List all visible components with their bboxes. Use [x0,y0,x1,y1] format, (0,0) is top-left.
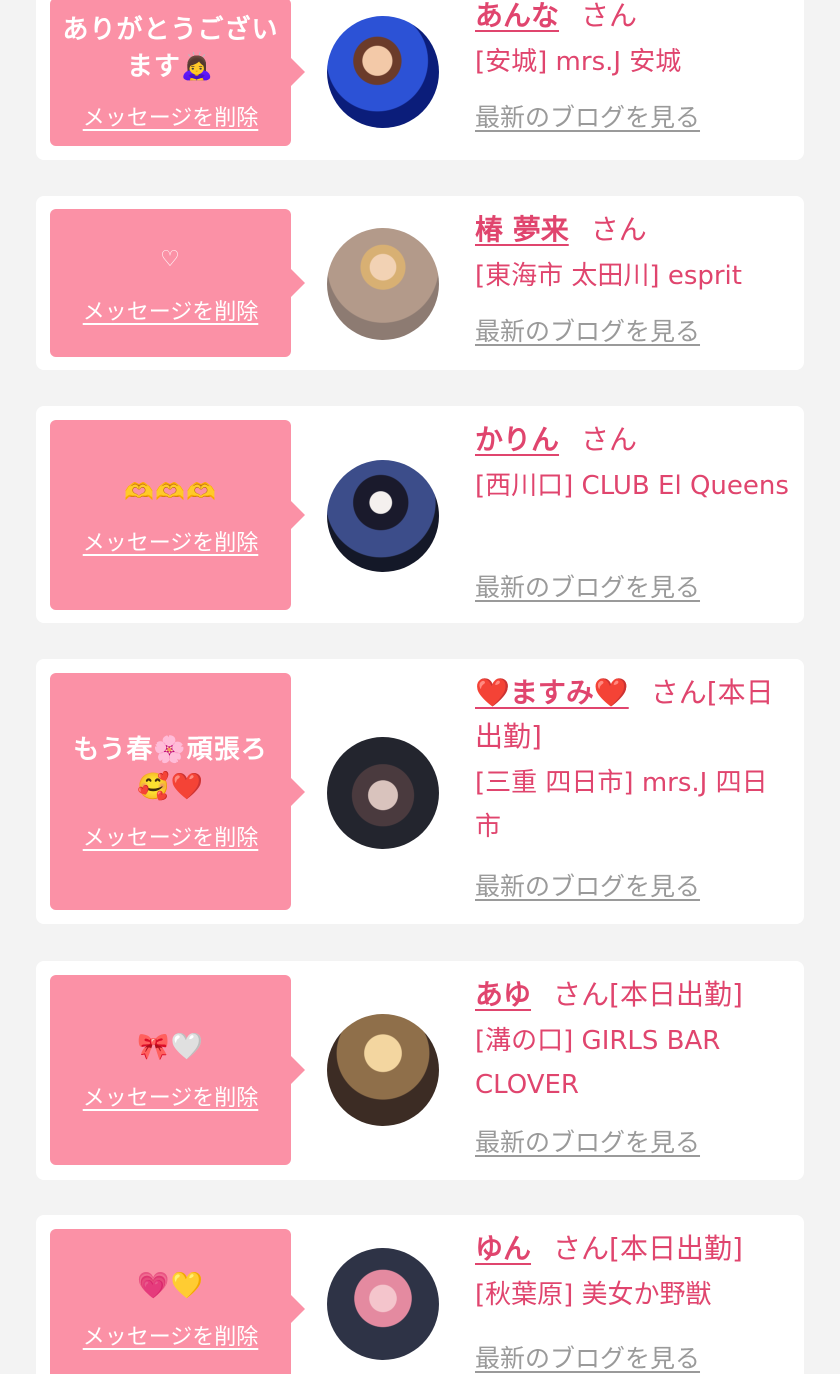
honorific: さん [581,423,638,456]
shop-name: [秋葉原] 美女か野獣 [475,1280,712,1310]
latest-blog-link[interactable]: 最新のブログを見る [475,568,700,604]
profile-info: あゆ さん[本日出勤] [溝の口] GIRLS BAR CLOVER 最新のブログ… [475,973,795,1157]
message-card: 🫶🫶🫶 メッセージを削除 かりん さん [西川口] CLUB El Queens … [36,406,804,623]
shop-name: [西川口] CLUB El Queens [475,471,789,501]
profile-name-link[interactable]: かりん [475,423,559,456]
name-line: 椿 夢来 さん [475,208,795,252]
message-bubble: 🎀🤍 メッセージを削除 [50,975,305,1165]
honorific: さん[本日出勤] [553,1232,743,1265]
honorific: さん[本日出勤] [553,978,743,1011]
honorific: さん [590,213,647,246]
profile-name-link[interactable]: あゆ [475,978,531,1011]
name-line: かりん さん [475,418,795,462]
latest-blog-link[interactable]: 最新のブログを見る [475,867,700,903]
avatar[interactable] [327,460,439,572]
message-card: もう春🌸頑張ろ🥰❤️ メッセージを削除 ❤️ますみ❤️ さん[本日出勤] [三重 … [36,659,804,924]
message-text: 🫶🫶🫶 [124,477,217,506]
profile-name-link[interactable]: ゆん [475,1232,531,1265]
shop-name: [東海市 太田川] esprit [475,261,742,291]
latest-blog-link[interactable]: 最新のブログを見る [475,1339,700,1374]
message-bubble: ♡ メッセージを削除 [50,209,305,357]
avatar[interactable] [327,1248,439,1360]
profile-name-link[interactable]: ❤️ますみ❤️ [475,676,629,709]
delete-message-link[interactable]: メッセージを削除 [83,525,259,557]
profile-name-link[interactable]: あんな [475,0,559,32]
message-card: 💗💛 メッセージを削除 ゆん さん[本日出勤] [秋葉原] 美女か野獣 最新のブロ… [36,1215,804,1374]
message-text: 🎀🤍 [137,1031,204,1062]
message-text: ありがとうございます🙇‍♀️ [62,15,279,82]
shop-name: [三重 四日市] mrs.J 四日市 [475,768,768,842]
avatar[interactable] [327,1014,439,1126]
profile-info: 椿 夢来 さん [東海市 太田川] esprit 最新のブログを見る [475,208,795,346]
message-bubble: ありがとうございます🙇‍♀️ メッセージを削除 [50,0,305,146]
delete-message-link[interactable]: メッセージを削除 [83,1080,259,1112]
name-line: ゆん さん[本日出勤] [475,1227,795,1271]
latest-blog-link[interactable]: 最新のブログを見る [475,1123,700,1159]
delete-message-link[interactable]: メッセージを削除 [83,820,259,852]
message-bubble: 💗💛 メッセージを削除 [50,1229,305,1374]
avatar[interactable] [327,16,439,128]
honorific: さん [581,0,638,32]
name-line: あゆ さん[本日出勤] [475,973,795,1017]
latest-blog-link[interactable]: 最新のブログを見る [475,98,700,134]
shop-name: [安城] mrs.J 安城 [475,47,682,77]
message-text: 💗💛 [137,1270,204,1301]
profile-info: あんな さん [安城] mrs.J 安城 最新のブログを見る [475,0,795,132]
profile-info: かりん さん [西川口] CLUB El Queens 最新のブログを見る [475,418,795,602]
name-line: あんな さん [475,0,795,38]
avatar[interactable] [327,737,439,849]
avatar[interactable] [327,228,439,340]
message-card: 🎀🤍 メッセージを削除 あゆ さん[本日出勤] [溝の口] GIRLS BAR C… [36,961,804,1180]
delete-message-link[interactable]: メッセージを削除 [83,294,259,326]
message-bubble: もう春🌸頑張ろ🥰❤️ メッセージを削除 [50,673,305,910]
shop-name: [溝の口] GIRLS BAR CLOVER [475,1026,721,1100]
message-text: もう春🌸頑張ろ🥰❤️ [73,734,268,802]
message-card: ありがとうございます🙇‍♀️ メッセージを削除 あんな さん [安城] mrs.J… [36,0,804,160]
message-card: ♡ メッセージを削除 椿 夢来 さん [東海市 太田川] esprit 最新のブロ… [36,196,804,370]
profile-info: ❤️ますみ❤️ さん[本日出勤] [三重 四日市] mrs.J 四日市 最新のブロ… [475,671,793,901]
delete-message-link[interactable]: メッセージを削除 [83,1319,259,1351]
delete-message-link[interactable]: メッセージを削除 [83,100,259,132]
message-bubble: 🫶🫶🫶 メッセージを削除 [50,420,305,610]
latest-blog-link[interactable]: 最新のブログを見る [475,312,700,348]
profile-info: ゆん さん[本日出勤] [秋葉原] 美女か野獣 最新のブログを見る [475,1227,795,1373]
message-text: ♡ [160,246,181,272]
name-line: ❤️ますみ❤️ さん[本日出勤] [475,671,793,759]
profile-name-link[interactable]: 椿 夢来 [475,213,569,246]
message-list: ありがとうございます🙇‍♀️ メッセージを削除 あんな さん [安城] mrs.J… [0,0,840,1374]
